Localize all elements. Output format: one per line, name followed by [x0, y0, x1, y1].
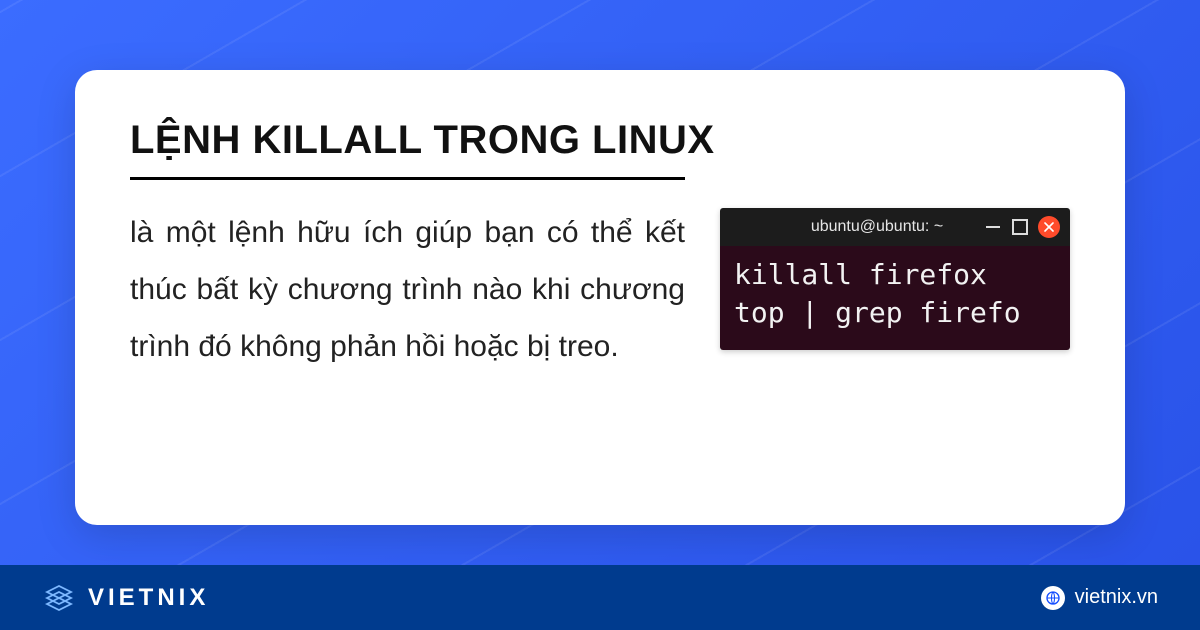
- terminal-body: killall firefox top | grep firefo: [720, 246, 1070, 350]
- brand: VIETNIX: [42, 581, 209, 615]
- maximize-icon[interactable]: [1012, 219, 1028, 235]
- card-content-row: là một lệnh hữu ích giúp bạn có thể kết …: [130, 204, 1070, 375]
- footer-bar: VIETNIX vietnix.vn: [0, 565, 1200, 630]
- title-underline: [130, 177, 685, 180]
- info-card: LỆNH KILLALL TRONG LINUX là một lệnh hữu…: [75, 70, 1125, 525]
- terminal-titlebar: ubuntu@ubuntu: ~: [720, 208, 1070, 246]
- terminal-line: top | grep firefo: [734, 296, 1021, 329]
- terminal-title: ubuntu@ubuntu: ~: [780, 218, 974, 236]
- globe-icon: [1041, 586, 1065, 610]
- footer-url[interactable]: vietnix.vn: [1041, 586, 1158, 610]
- terminal-line: killall firefox: [734, 258, 987, 291]
- close-icon[interactable]: [1038, 216, 1060, 238]
- terminal-window: ubuntu@ubuntu: ~ killall firefox top | g…: [720, 208, 1070, 350]
- brand-name: VIETNIX: [88, 584, 209, 612]
- card-title: LỆNH KILLALL TRONG LINUX: [130, 118, 1070, 163]
- minimize-icon[interactable]: [984, 218, 1002, 236]
- brand-logo-icon: [42, 581, 76, 615]
- footer-url-text: vietnix.vn: [1075, 586, 1158, 609]
- card-description: là một lệnh hữu ích giúp bạn có thể kết …: [130, 204, 685, 375]
